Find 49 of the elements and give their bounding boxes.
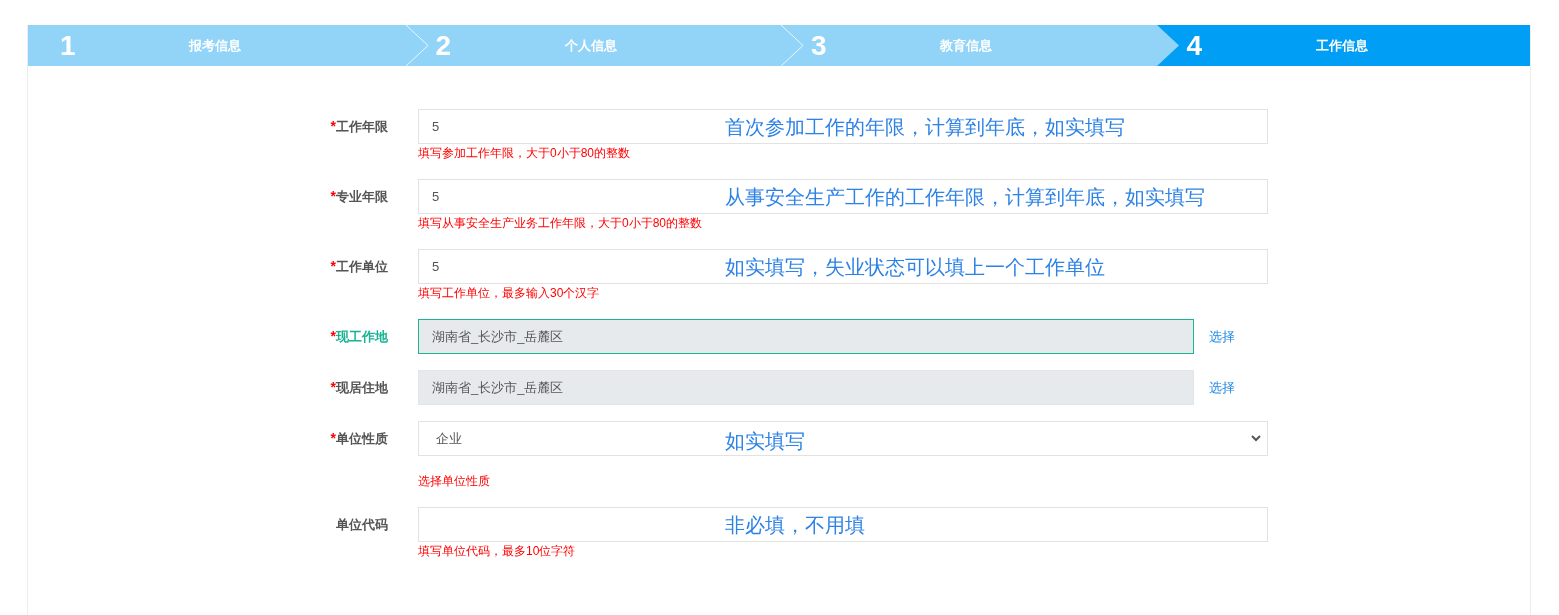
select-value: 企业: [436, 429, 462, 448]
location-field[interactable]: 湖南省_长沙市_岳麓区: [418, 370, 1194, 405]
step-number: 2: [435, 31, 452, 60]
select-field[interactable]: 企业 如实填写: [418, 421, 1268, 456]
annotation-text: 首次参加工作的年限，计算到年底，如实填写: [725, 115, 1125, 140]
hint-text: 填写单位代码，最多10位字符: [418, 543, 577, 560]
field-label: 现居住地: [336, 378, 388, 397]
chevron-icon: [779, 25, 803, 66]
step-number: 4: [1186, 31, 1203, 60]
required-mark: *: [330, 257, 336, 276]
field-label: 单位性质: [336, 429, 388, 448]
required-mark: *: [330, 117, 336, 136]
field-label: 单位代码: [336, 515, 388, 534]
annotation-text: 从事安全生产工作的工作年限，计算到年底，如实填写: [725, 185, 1205, 210]
chevron-icon: [1154, 25, 1179, 66]
chevron-down-icon: [1251, 435, 1261, 442]
annotation-text: 如实填写: [725, 429, 805, 454]
choose-link[interactable]: 选择: [1209, 326, 1235, 347]
field-label: 现工作地: [336, 327, 388, 346]
choose-link[interactable]: 选择: [1209, 377, 1235, 398]
input-value: 5: [432, 187, 440, 206]
step-tab[interactable]: 4 工作信息: [1154, 25, 1530, 66]
input-value: 5: [432, 257, 440, 276]
input-field[interactable]: 5 首次参加工作的年限，计算到年底，如实填写: [418, 109, 1268, 144]
step-number: 1: [60, 31, 76, 60]
step-label: 教育信息: [939, 36, 994, 55]
step-label: 报考信息: [187, 36, 243, 55]
step-number: 3: [811, 31, 827, 60]
step-label: 个人信息: [563, 36, 618, 55]
annotation-text: 如实填写，失业状态可以填上一个工作单位: [725, 255, 1105, 280]
field-label: 专业年限: [336, 187, 388, 206]
required-mark: *: [330, 378, 336, 397]
hint-text: 填写工作单位，最多输入30个汉字: [418, 285, 601, 302]
field-label: 工作年限: [336, 117, 388, 136]
hint-text: 填写参加工作年限，大于0小于80的整数: [418, 145, 632, 162]
hint-text: 选择单位性质: [418, 473, 491, 490]
required-mark: *: [330, 327, 336, 346]
chevron-icon: [403, 25, 428, 66]
hint-text: 填写从事安全生产业务工作年限，大于0小于80的整数: [418, 215, 704, 232]
input-field[interactable]: 5 如实填写，失业状态可以填上一个工作单位: [418, 249, 1268, 284]
step-label: 工作信息: [1314, 36, 1369, 55]
required-mark: *: [330, 187, 336, 206]
required-mark: *: [330, 429, 336, 448]
input-field[interactable]: 5 从事安全生产工作的工作年限，计算到年底，如实填写: [418, 179, 1268, 214]
location-field[interactable]: 湖南省_长沙市_岳麓区: [418, 319, 1194, 354]
input-value: 5: [432, 117, 440, 136]
field-label: 工作单位: [336, 257, 388, 276]
input-field[interactable]: 非必填，不用填: [418, 507, 1268, 542]
annotation-text: 非必填，不用填: [725, 513, 865, 538]
